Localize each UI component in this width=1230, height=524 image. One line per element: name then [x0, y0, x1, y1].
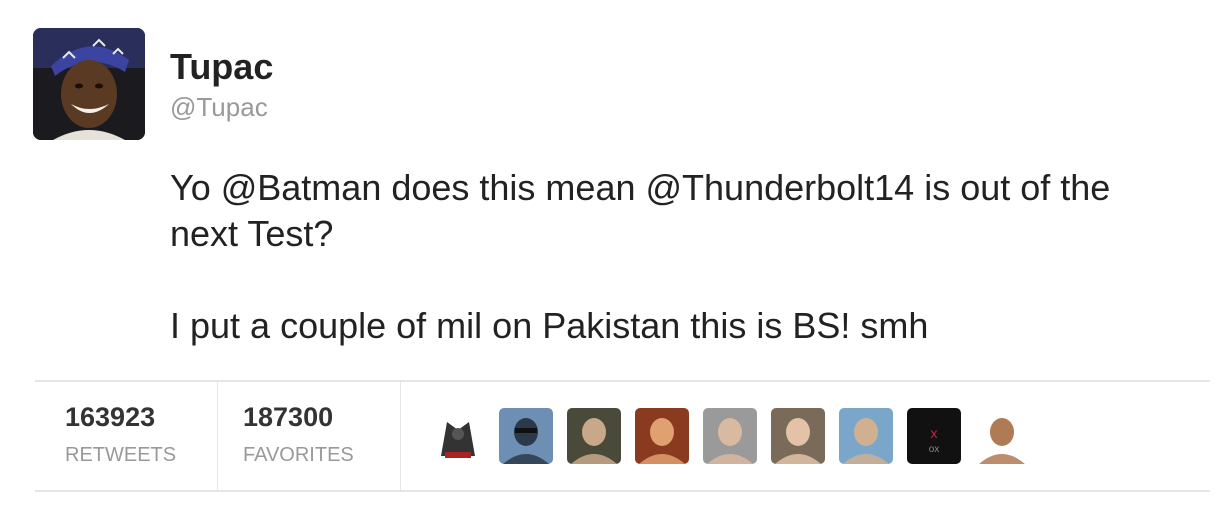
avatar-image — [33, 28, 145, 140]
favoriter-avatar[interactable] — [499, 408, 553, 464]
tweet-text-paragraph-1: Yo @Batman does this mean @Thunderbolt14… — [170, 167, 1111, 254]
favorites-stat[interactable]: 187300 FAVORITES — [243, 382, 423, 490]
favorites-label: FAVORITES — [243, 444, 354, 466]
logo-avatar-icon: x ox — [907, 408, 961, 464]
svg-text:ox: ox — [929, 444, 940, 455]
person-avatar-icon — [771, 408, 825, 464]
favoriter-avatar[interactable] — [635, 408, 689, 464]
author-handle[interactable]: @Tupac — [170, 92, 268, 123]
robot-avatar-icon — [431, 408, 485, 464]
person-avatar-icon — [567, 408, 621, 464]
favoriter-avatar[interactable] — [567, 408, 621, 464]
tweet-text: Yo @Batman does this mean @Thunderbolt14… — [170, 165, 1180, 349]
retweets-count: 163923 — [65, 402, 156, 432]
favorites-count: 187300 — [243, 402, 334, 432]
author-name[interactable]: Tupac — [170, 46, 273, 88]
svg-text:x: x — [931, 425, 938, 441]
retweets-label: RETWEETS — [65, 444, 177, 466]
tweet-stats: 163923 RETWEETS 187300 FAVORITES x ox — [35, 382, 1210, 490]
favoriter-avatar[interactable] — [431, 408, 485, 464]
person-avatar-icon — [635, 408, 689, 464]
favoriter-avatar[interactable] — [839, 408, 893, 464]
person-avatar-icon — [839, 408, 893, 464]
favoriter-avatar[interactable]: x ox — [907, 408, 961, 464]
stats-divider-bottom — [35, 490, 1210, 492]
tweet-text-paragraph-2: I put a couple of mil on Pakistan this i… — [170, 305, 929, 346]
stats-separator — [217, 382, 218, 490]
person-avatar-icon — [975, 408, 1029, 464]
retweets-stat[interactable]: 163923 RETWEETS — [65, 382, 245, 490]
stats-separator — [400, 382, 401, 490]
person-avatar-icon — [703, 408, 757, 464]
author-avatar[interactable] — [33, 28, 145, 140]
person-sunglasses-avatar-icon — [499, 408, 553, 464]
favoriter-avatar[interactable] — [703, 408, 757, 464]
favoriters-avatars: x ox — [425, 408, 1125, 468]
favoriter-avatar[interactable] — [975, 408, 1029, 464]
favoriter-avatar[interactable] — [771, 408, 825, 464]
